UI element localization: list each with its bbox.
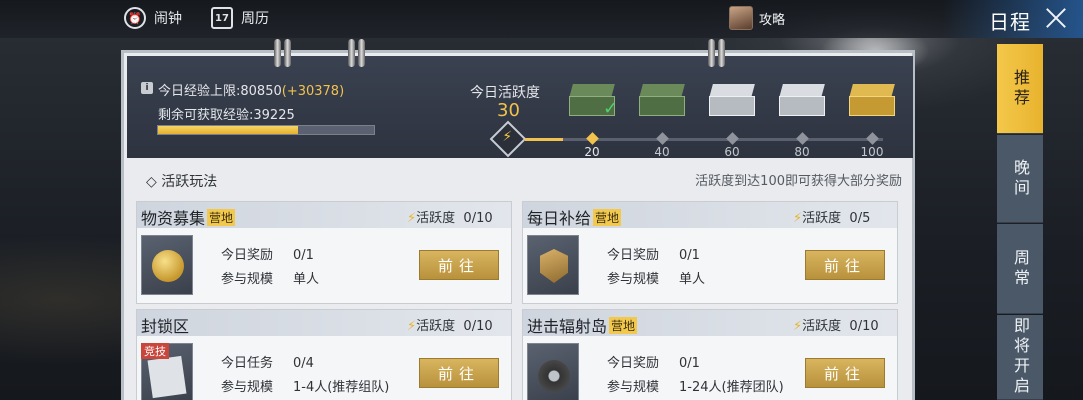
card-header: 进击辐射岛 营地 ⚡活跃度 0/10 [523, 310, 897, 336]
card-activity: ⚡活跃度 0/10 [407, 211, 493, 226]
pvp-ribbon: 竞技 [141, 343, 169, 359]
tab-evening[interactable]: 晚间 [997, 135, 1043, 223]
milestone-label: 40 [654, 145, 670, 159]
card-activity: ⚡活跃度 0/5 [793, 211, 871, 226]
alarm-button[interactable]: ⏰ 闹钟 [124, 7, 182, 29]
bolt-icon: ⚡ [407, 211, 417, 226]
info-icon[interactable]: i [141, 82, 153, 94]
alarm-clock-icon: ⏰ [124, 7, 146, 29]
card-activity: ⚡活跃度 0/10 [793, 319, 879, 334]
section-title-text: 活跃玩法 [161, 174, 218, 190]
badge-icon [527, 235, 579, 295]
binder-ring [274, 39, 296, 67]
exp-bonus: (+30378) [281, 84, 345, 99]
side-tabs: 推荐 晚间 周常 即将开启 [997, 44, 1043, 400]
milestone-marker [586, 132, 599, 145]
card-details: 今日奖励 0/1 参与规模 单人 [607, 248, 706, 287]
disc-icon [527, 343, 579, 400]
schedule-panel: i 今日经验上限:80850(+30378) 剩余可获取经验:39225 今日活… [121, 39, 915, 400]
bolt-icon: ⚡ [407, 319, 417, 334]
milestone-label: 100 [860, 145, 884, 159]
reward-chest-icon[interactable] [849, 84, 895, 116]
card-title: 进击辐射岛 营地 [527, 317, 638, 336]
reward-chest-icon[interactable] [639, 84, 685, 116]
calendar-icon: 17 [211, 7, 233, 29]
activity-track-fill [525, 138, 563, 141]
camp-tag: 营地 [593, 209, 622, 226]
milestone-label: 20 [584, 145, 600, 159]
calendar-label: 周历 [241, 11, 269, 27]
camp-tag: 营地 [207, 209, 236, 226]
binder-ring [348, 39, 370, 67]
activity-label: 今日活跃度 [470, 85, 540, 101]
reward-chest-icon[interactable] [709, 84, 755, 116]
section-hint: 活跃度到达100即可获得大部分奖励 [695, 174, 902, 189]
go-button[interactable]: 前往 [419, 358, 499, 388]
card-header: 物资募集 营地 ⚡活跃度 0/10 [137, 202, 511, 228]
activity-bolt-icon: ⚡ [489, 120, 527, 158]
top-bar: ⏰ 闹钟 17 周历 攻略 日程 [0, 0, 1083, 38]
card-title: 物资募集 营地 [141, 209, 236, 228]
reward-chest-icon[interactable]: ✓ [569, 84, 619, 119]
section-title: ◇ 活跃玩法 [146, 174, 218, 190]
milestone-label: 60 [724, 145, 740, 159]
card-title: 每日补给 营地 [527, 209, 622, 228]
camp-tag: 营地 [609, 317, 638, 334]
tab-weekly[interactable]: 周常 [997, 224, 1043, 314]
check-icon: ✓ [603, 98, 619, 119]
card-title: 封锁区 [141, 317, 190, 336]
card-details: 今日奖励 0/1 参与规模 单人 [221, 248, 320, 287]
close-icon[interactable] [1043, 5, 1069, 31]
bolt-icon: ⚡ [793, 319, 803, 334]
activity-value: 30 [497, 100, 520, 121]
activity-card-lockdown[interactable]: 封锁区 ⚡活跃度 0/10 竞技 今日任务 0/4 参与规模 1-4人(推荐组队) … [136, 309, 512, 400]
calendar-button[interactable]: 17 周历 [211, 7, 269, 29]
exp-limit-label: 今日经验上限:80850 [158, 84, 282, 99]
exp-remaining: 剩余可获取经验:39225 [158, 108, 295, 123]
milestone-label: 80 [794, 145, 810, 159]
go-button[interactable]: 前往 [805, 250, 885, 280]
alarm-label: 闹钟 [154, 11, 182, 27]
milestone-marker [656, 132, 669, 145]
page-title: 日程 [989, 10, 1031, 34]
go-button[interactable]: 前往 [419, 250, 499, 280]
card-header: 每日补给 营地 ⚡活跃度 0/5 [523, 202, 897, 228]
activity-card-daily-supply[interactable]: 每日补给 营地 ⚡活跃度 0/5 今日奖励 0/1 参与规模 单人 前往 [522, 201, 898, 304]
milestone-marker [866, 132, 879, 145]
exp-progress-bar [157, 125, 375, 135]
activity-header: i 今日经验上限:80850(+30378) 剩余可获取经验:39225 今日活… [127, 56, 913, 159]
binder-ring [708, 39, 730, 67]
guide-label: 攻略 [759, 12, 786, 28]
card-activity: ⚡活跃度 0/10 [407, 319, 493, 334]
card-details: 今日任务 0/4 参与规模 1-4人(推荐组队) [221, 356, 390, 395]
exp-limit: 今日经验上限:80850(+30378) [158, 80, 344, 99]
activity-track [525, 138, 883, 141]
card-details: 今日奖励 0/1 参与规模 1-24人(推荐团队) [607, 356, 784, 395]
tab-recommended[interactable]: 推荐 [997, 44, 1043, 134]
milestone-marker [796, 132, 809, 145]
exp-progress-fill [158, 126, 299, 134]
coin-icon [141, 235, 193, 295]
card-header: 封锁区 ⚡活跃度 0/10 [137, 310, 511, 336]
tab-upcoming[interactable]: 即将开启 [997, 315, 1043, 400]
activity-card-radiation-island[interactable]: 进击辐射岛 营地 ⚡活跃度 0/10 今日奖励 0/1 参与规模 1-24人(推荐团队… [522, 309, 898, 400]
activity-card-supply[interactable]: 物资募集 营地 ⚡活跃度 0/10 今日奖励 0/1 参与规模 单人 前往 [136, 201, 512, 304]
milestone-marker [726, 132, 739, 145]
avatar [729, 6, 753, 30]
bolt-icon: ⚡ [793, 211, 803, 226]
guide-button[interactable]: 攻略 [729, 6, 785, 30]
go-button[interactable]: 前往 [805, 358, 885, 388]
reward-chest-icon[interactable] [779, 84, 825, 116]
